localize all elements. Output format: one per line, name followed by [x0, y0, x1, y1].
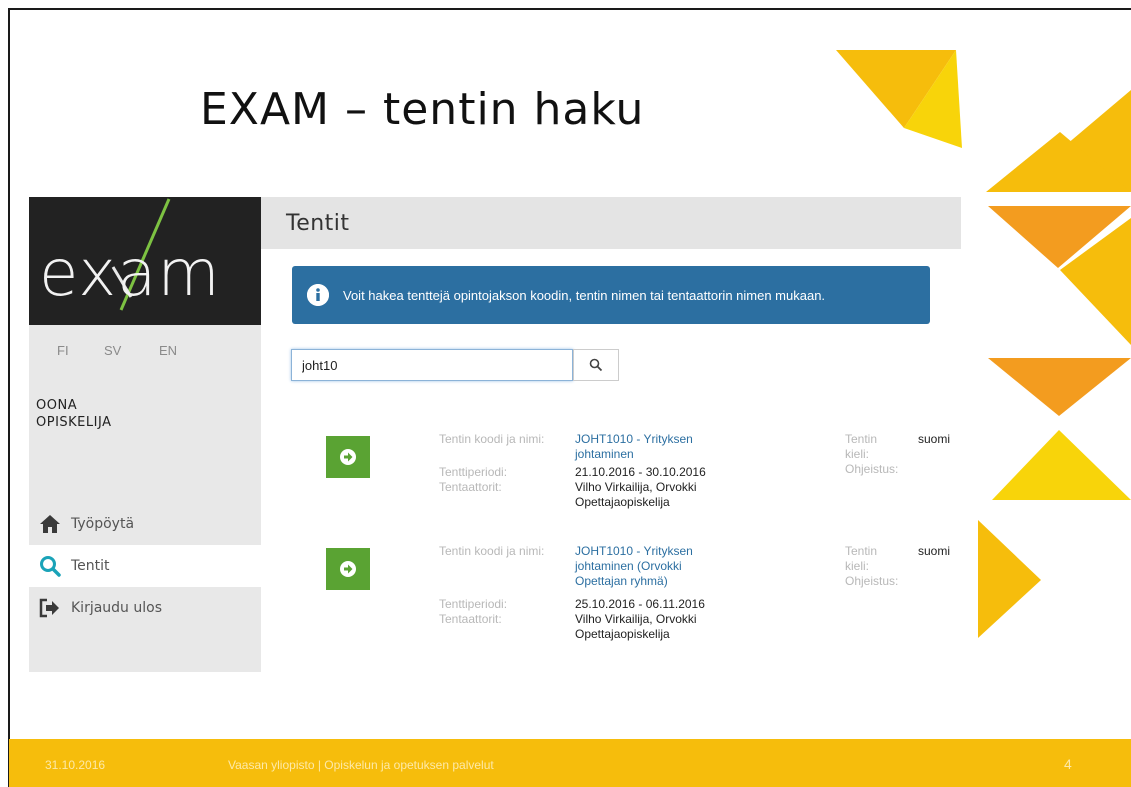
- sidebar: exam FI SV EN OONA OPISKELIJA Työpöytä T…: [29, 197, 261, 672]
- exam-language-label: Tentin kieli:: [845, 432, 877, 462]
- nav-item-tyopoyta[interactable]: Työpöytä: [29, 503, 261, 545]
- nav-label: Kirjaudu ulos: [71, 600, 162, 616]
- arrow-right-circle-icon: [340, 561, 356, 577]
- logo-text: exam: [39, 237, 221, 311]
- nav-item-tentit[interactable]: Tentit: [29, 545, 261, 587]
- instructions-label: Ohjeistus:: [845, 462, 899, 476]
- lang-sv[interactable]: SV: [104, 343, 121, 358]
- exam-code-label: Tentin koodi ja nimi:: [439, 544, 545, 558]
- examiners-line: Opettajaopiskelija: [575, 495, 670, 509]
- open-exam-button[interactable]: [326, 548, 370, 590]
- logout-icon: [37, 595, 63, 621]
- exam-code-line: johtaminen (Orvokki: [575, 559, 682, 573]
- examiners-line: Vilho Virkailija, Orvokki: [575, 480, 697, 494]
- lang-fi[interactable]: FI: [57, 343, 69, 358]
- search-input[interactable]: [291, 349, 573, 381]
- nav-label: Työpöytä: [71, 516, 135, 532]
- examiners: Vilho Virkailija, Orvokki Opettajaopiske…: [575, 480, 697, 510]
- arrow-right-circle-icon: [340, 449, 356, 465]
- footer-date: 31.10.2016: [45, 758, 106, 772]
- search-icon: [589, 358, 603, 372]
- exam-language: suomi: [918, 544, 951, 558]
- slide-title: EXAM – tentin haku: [200, 84, 645, 135]
- label-line: Tentin: [845, 432, 878, 446]
- exam-logo: exam: [29, 197, 261, 325]
- exam-period: 25.10.2016 - 06.11.2016: [575, 597, 705, 611]
- user-first-name: OONA: [36, 398, 78, 413]
- exam-period-label: Tenttiperiodi:: [439, 597, 508, 611]
- examiners-label: Tentaattorit:: [439, 480, 502, 494]
- exam-code-link[interactable]: JOHT1010 - Yrityksen johtaminen (Orvokki…: [575, 544, 693, 589]
- exam-code-line: Opettajan ryhmä): [575, 574, 668, 588]
- exam-code-link[interactable]: JOHT1010 - Yrityksen johtaminen: [575, 432, 693, 462]
- examiners: Vilho Virkailija, Orvokki Opettajaopiske…: [575, 612, 697, 642]
- info-alert: Voit hakea tenttejä opintojakson koodin,…: [292, 266, 930, 324]
- exam-code-line: JOHT1010 - Yrityksen: [575, 544, 693, 558]
- slide-number: 4: [1064, 756, 1072, 772]
- slide-footer: 31.10.2016 Vaasan yliopisto | Opiskelun …: [9, 739, 1131, 787]
- presentation-slide: EXAM – tentin haku exam FI SV EN OONA OP…: [0, 0, 1131, 787]
- nav-label: Tentit: [71, 558, 110, 574]
- page-title: Tentit: [286, 211, 350, 236]
- search-button[interactable]: [573, 349, 619, 381]
- home-icon: [37, 511, 63, 537]
- instructions-label: Ohjeistus:: [845, 574, 899, 588]
- slide-frame-left: [8, 8, 10, 787]
- examiners-line: Opettajaopiskelija: [575, 627, 670, 641]
- footer-organization: Vaasan yliopisto | Opiskelun ja opetukse…: [228, 758, 494, 772]
- exam-language: suomi: [918, 432, 951, 446]
- examiners-line: Vilho Virkailija, Orvokki: [575, 612, 697, 626]
- page-header: Tentit: [261, 197, 961, 249]
- exam-period: 21.10.2016 - 30.10.2016: [575, 465, 706, 479]
- info-text: Voit hakea tenttejä opintojakson koodin,…: [343, 287, 826, 303]
- decorative-triangles: [836, 50, 1131, 638]
- exam-code-line: johtaminen: [575, 447, 634, 461]
- exam-code-label: Tentin koodi ja nimi:: [439, 432, 545, 446]
- exam-period-label: Tenttiperiodi:: [439, 465, 508, 479]
- exam-code-line: JOHT1010 - Yrityksen: [575, 432, 693, 446]
- label-line: Tentin: [845, 544, 878, 558]
- lang-en[interactable]: EN: [159, 343, 177, 358]
- nav-item-kirjaudu-ulos[interactable]: Kirjaudu ulos: [29, 587, 261, 629]
- label-line: kieli:: [845, 447, 870, 461]
- search-icon: [37, 553, 63, 579]
- user-last-name: OPISKELIJA: [36, 415, 112, 430]
- exam-language-label: Tentin kieli:: [845, 544, 877, 574]
- user-name: OONA OPISKELIJA: [36, 397, 111, 431]
- examiners-label: Tentaattorit:: [439, 612, 502, 626]
- info-icon: [307, 284, 329, 306]
- label-line: kieli:: [845, 559, 870, 573]
- open-exam-button[interactable]: [326, 436, 370, 478]
